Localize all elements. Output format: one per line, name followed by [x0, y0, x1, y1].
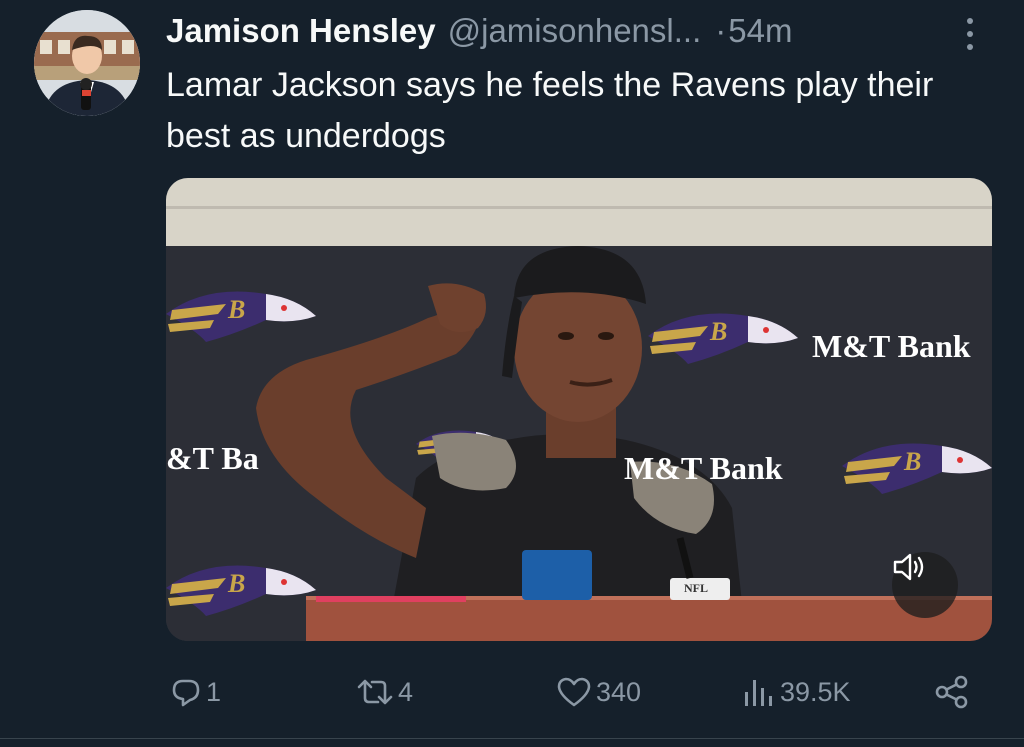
video-frame: B: [166, 178, 992, 641]
timestamp[interactable]: 54m: [728, 12, 792, 50]
views-button[interactable]: 39.5K: [742, 664, 851, 720]
tweet-header: Jamison Hensley @jamisonhensl... · 54m: [166, 8, 792, 54]
retweet-icon: [357, 679, 393, 705]
separator-dot: ·: [715, 12, 727, 49]
views-icon: [745, 680, 772, 706]
share-icon: [935, 675, 968, 709]
more-options-icon[interactable]: [958, 14, 982, 54]
share-button[interactable]: [934, 664, 970, 720]
reply-button[interactable]: 1: [170, 664, 221, 720]
like-button[interactable]: 340: [556, 664, 641, 720]
mic-flag-text: NFL: [684, 581, 708, 595]
avatar[interactable]: [34, 10, 140, 116]
speaker-muted-icon[interactable]: [892, 552, 958, 618]
retweet-count: 4: [398, 676, 414, 707]
sponsor-banner-left: &T Ba: [166, 440, 259, 476]
profile-photo: [34, 10, 140, 116]
heart-icon: [557, 677, 591, 707]
tweet-text: Lamar Jackson says he feels the Ravens p…: [166, 66, 934, 155]
views-count: 39.5K: [780, 676, 851, 707]
sponsor-banner-center: M&T Bank: [624, 450, 783, 486]
tweet[interactable]: Jamison Hensley @jamisonhensl... · 54m L…: [0, 0, 1024, 747]
action-bar: 1 4 340 39.5K: [0, 664, 1024, 720]
sponsor-banner-right: M&T Bank: [812, 328, 971, 364]
like-count: 340: [596, 676, 642, 707]
reply-count: 1: [206, 676, 222, 707]
reply-icon: [172, 679, 200, 707]
author-handle[interactable]: @jamisonhensl...: [448, 12, 702, 50]
divider: [0, 738, 1024, 739]
retweet-button[interactable]: 4: [356, 664, 413, 720]
author-display-name[interactable]: Jamison Hensley: [166, 12, 436, 50]
tweet-video[interactable]: B: [166, 178, 992, 641]
